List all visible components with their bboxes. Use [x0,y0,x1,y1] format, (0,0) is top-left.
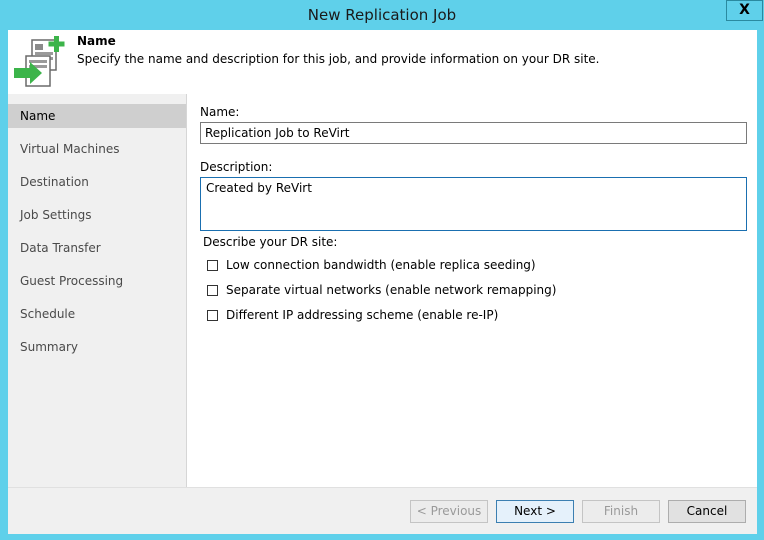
description-input[interactable]: Created by ReVirt [200,177,747,231]
dr-site-label: Describe your DR site: [203,235,338,249]
separate-networks-option[interactable]: Separate virtual networks (enable networ… [207,283,556,297]
name-input[interactable] [200,122,747,144]
different-ip-label: Different IP addressing scheme (enable r… [226,308,499,322]
low-bandwidth-label: Low connection bandwidth (enable replica… [226,258,536,272]
different-ip-checkbox[interactable] [207,309,218,321]
description-label: Description: [200,160,273,174]
cancel-button[interactable]: Cancel [668,500,746,523]
step-content: Name: Description: Created by ReVirt Des… [187,94,757,487]
step-data-transfer[interactable]: Data Transfer [8,236,186,260]
finish-button[interactable]: Finish [582,500,660,523]
step-virtual-machines[interactable]: Virtual Machines [8,137,186,161]
low-bandwidth-option[interactable]: Low connection bandwidth (enable replica… [207,258,536,272]
close-button[interactable]: X [726,0,763,21]
different-ip-option[interactable]: Different IP addressing scheme (enable r… [207,308,498,322]
step-name[interactable]: Name [8,104,186,128]
wizard-steps: Name Virtual Machines Destination Job Se… [8,94,187,487]
step-schedule[interactable]: Schedule [8,302,186,326]
wizard-body: Name Specify the name and description fo… [8,30,757,534]
low-bandwidth-checkbox[interactable] [207,259,218,271]
previous-button[interactable]: < Previous [410,500,488,523]
step-job-settings[interactable]: Job Settings [8,203,186,227]
wizard-header: Name Specify the name and description fo… [8,30,757,94]
separate-networks-checkbox[interactable] [207,284,218,296]
step-summary[interactable]: Summary [8,335,186,359]
replication-job-icon [14,36,65,87]
page-title: Name [77,34,116,48]
next-button[interactable]: Next > [496,500,574,523]
step-destination[interactable]: Destination [8,170,186,194]
window-title: New Replication Job [307,6,457,24]
step-guest-processing[interactable]: Guest Processing [8,269,186,293]
page-description: Specify the name and description for thi… [77,52,600,66]
name-label: Name: [200,105,240,119]
title-bar: New Replication Job X [0,0,764,30]
separate-networks-label: Separate virtual networks (enable networ… [226,283,557,297]
wizard-footer: < Previous Next > Finish Cancel [8,487,757,534]
